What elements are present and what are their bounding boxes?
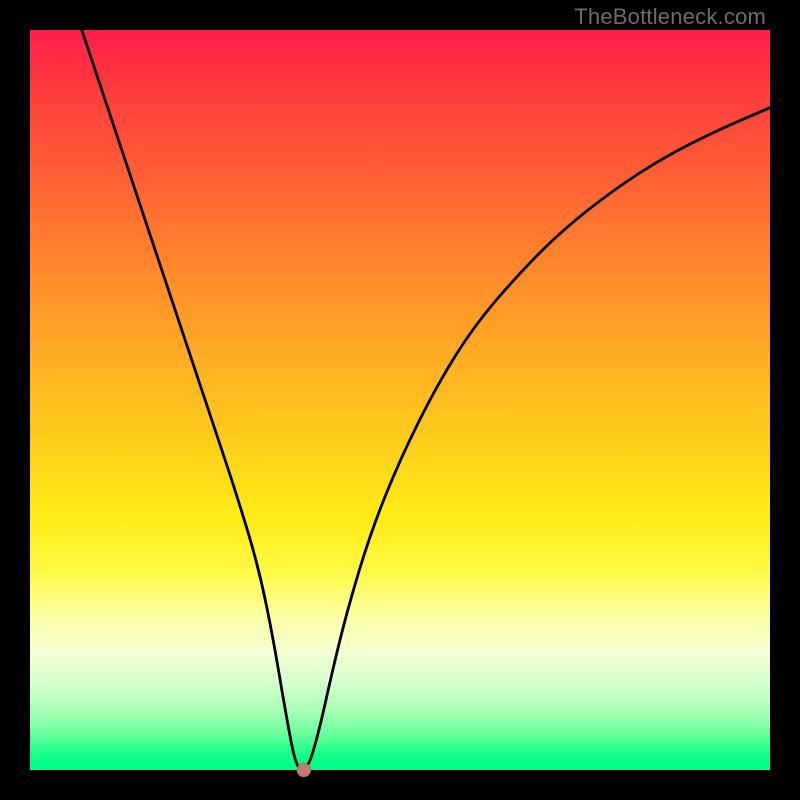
plot-area [30, 30, 770, 770]
chart-frame: TheBottleneck.com [0, 0, 800, 800]
watermark-text: TheBottleneck.com [574, 4, 766, 30]
minimum-marker [297, 763, 311, 777]
bottleneck-curve-path [82, 30, 770, 770]
bottleneck-curve-svg [30, 30, 770, 770]
